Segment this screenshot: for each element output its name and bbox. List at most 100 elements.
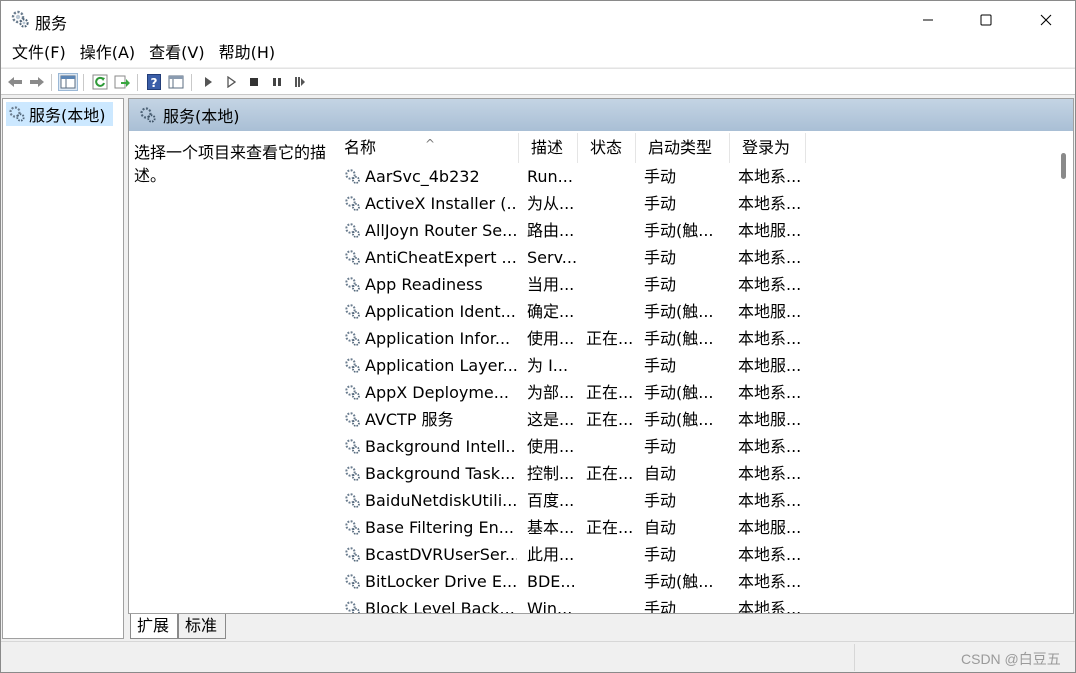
service-row[interactable]: AntiCheatExpert ... Serv... 手动 本地系... [332,244,1054,271]
column-header-startup-type[interactable]: 启动类型 [636,133,730,163]
service-gear-icon [345,169,360,184]
cell-startup: 手动 [644,248,677,267]
service-gear-icon [345,223,360,238]
column-header-description[interactable]: 描述 [519,133,578,163]
resume-service-icon[interactable] [290,73,310,91]
maximize-button[interactable] [957,1,1015,39]
export-list-icon[interactable] [112,73,132,91]
service-row[interactable]: ActiveX Installer (... 为从... 手动 本地系... [332,190,1054,217]
column-header-logon-as[interactable]: 登录为 [730,133,806,163]
cell-name: Background Intell... [365,437,517,456]
cell-startup: 手动(触... [644,329,714,348]
menu-action[interactable]: 操作(A) [73,39,142,67]
column-logon-label: 登录为 [742,138,791,157]
cell-logon: 本地系... [738,491,802,510]
start-service-alt-icon[interactable] [221,73,241,91]
service-row[interactable]: AarSvc_4b232 Run... 手动 本地系... [332,163,1054,190]
service-gear-icon [345,304,360,319]
cell-desc: Serv... [527,248,577,267]
forward-arrow-icon[interactable] [27,73,47,91]
cell-startup: 手动 [644,437,677,456]
cell-startup: 手动 [644,491,677,510]
cell-name: Application Infor... [365,329,511,348]
service-row[interactable]: AppX Deployme... 为部... 正在... 手动(触... 本地系... [332,379,1054,406]
service-row[interactable]: BitLocker Drive E... BDE... 手动(触... 本地系... [332,568,1054,595]
cell-desc: 当用... [527,275,575,294]
start-service-icon[interactable] [198,73,218,91]
column-header-status[interactable]: 状态 [578,133,636,163]
service-row[interactable]: App Readiness 当用... 手动 本地系... [332,271,1054,298]
cell-startup: 手动 [644,194,677,213]
service-row[interactable]: AVCTP 服务 这是... 正在... 手动(触... 本地服... [332,406,1054,433]
refresh-icon[interactable] [90,73,110,91]
close-button[interactable] [1017,1,1075,39]
cell-desc: 使用... [527,437,575,456]
stop-service-icon[interactable] [244,73,264,91]
cell-logon: 本地系... [738,545,802,564]
column-description-label: 描述 [531,138,564,157]
service-row[interactable]: AllJoyn Router Se... 路由... 手动(触... 本地服... [332,217,1054,244]
cell-name: App Readiness [365,275,483,294]
service-gear-icon [345,466,360,481]
cell-startup: 手动 [644,167,677,186]
cell-name: ActiveX Installer (... [365,194,517,213]
service-row[interactable]: Background Task... 控制... 正在... 自动 本地系... [332,460,1054,487]
cell-desc: 为 I... [527,356,569,375]
cell-startup: 手动(触... [644,572,714,591]
cell-desc: 为部... [527,383,575,402]
cell-startup: 手动 [644,275,677,294]
pause-service-icon[interactable] [267,73,287,91]
service-gear-icon [345,574,360,589]
cell-logon: 本地系... [738,464,802,483]
toolbar-separator [137,74,138,91]
cell-startup: 手动 [644,599,677,613]
cell-startup: 手动(触... [644,410,714,429]
column-header-name[interactable]: 名称 ^ [332,133,519,163]
cell-desc: 基本... [527,518,575,537]
service-row[interactable]: BcastDVRUserSer... 此用... 手动 本地系... [332,541,1054,568]
minimize-button[interactable] [899,1,957,39]
cell-name: AntiCheatExpert ... [365,248,517,267]
column-status-label: 状态 [590,138,623,157]
cell-logon: 本地系... [738,194,802,213]
cell-name: Application Layer... [365,356,517,375]
service-row[interactable]: Block Level Back... Win... 手动 本地系... [332,595,1054,613]
service-row[interactable]: Application Layer... 为 I... 手动 本地服... [332,352,1054,379]
cell-desc: 路由... [527,221,575,240]
scrollbar-thumb[interactable] [1061,153,1066,179]
tab-standard[interactable]: 标准 [178,614,226,639]
service-gear-icon [345,385,360,400]
help-icon[interactable]: ? [144,73,164,91]
show-hide-tree-icon[interactable] [58,73,78,91]
tree-item-services-local[interactable]: 服务(本地) [6,102,113,126]
service-gear-icon [345,601,360,613]
service-row[interactable]: Background Intell... 使用... 手动 本地系... [332,433,1054,460]
service-row[interactable]: BaiduNetdiskUtili... 百度... 手动 本地系... [332,487,1054,514]
cell-desc: Win... [527,599,573,613]
menu-view[interactable]: 查看(V) [142,39,211,67]
maximize-icon [980,14,992,26]
cell-name: BaiduNetdiskUtili... [365,491,517,510]
services-gear-icon [9,106,25,122]
column-name-label: 名称 [344,138,377,157]
service-row[interactable]: Application Infor... 使用... 正在... 手动(触... 本地系… [332,325,1054,352]
back-arrow-icon[interactable] [5,73,25,91]
menu-bar: 文件(F) 操作(A) 查看(V) 帮助(H) [1,39,1075,67]
properties-icon[interactable] [166,73,186,91]
services-gear-icon [140,107,156,123]
cell-logon: 本地系... [738,572,802,591]
cell-desc: 为从... [527,194,575,213]
vertical-scrollbar[interactable] [1054,133,1073,613]
services-gear-icon [10,9,30,29]
menu-help[interactable]: 帮助(H) [212,39,283,67]
cell-desc: BDE... [527,572,576,591]
service-row[interactable]: Base Filtering En... 基本... 正在... 自动 本地服... [332,514,1054,541]
title-bar: 服务 [1,1,1075,39]
cell-logon: 本地服... [738,410,802,429]
cell-startup: 自动 [644,464,677,483]
cell-logon: 本地系... [738,275,802,294]
service-gear-icon [345,196,360,211]
service-row[interactable]: Application Ident... 确定... 手动(触... 本地服... [332,298,1054,325]
tab-extended[interactable]: 扩展 [130,614,178,639]
menu-file[interactable]: 文件(F) [5,39,73,67]
